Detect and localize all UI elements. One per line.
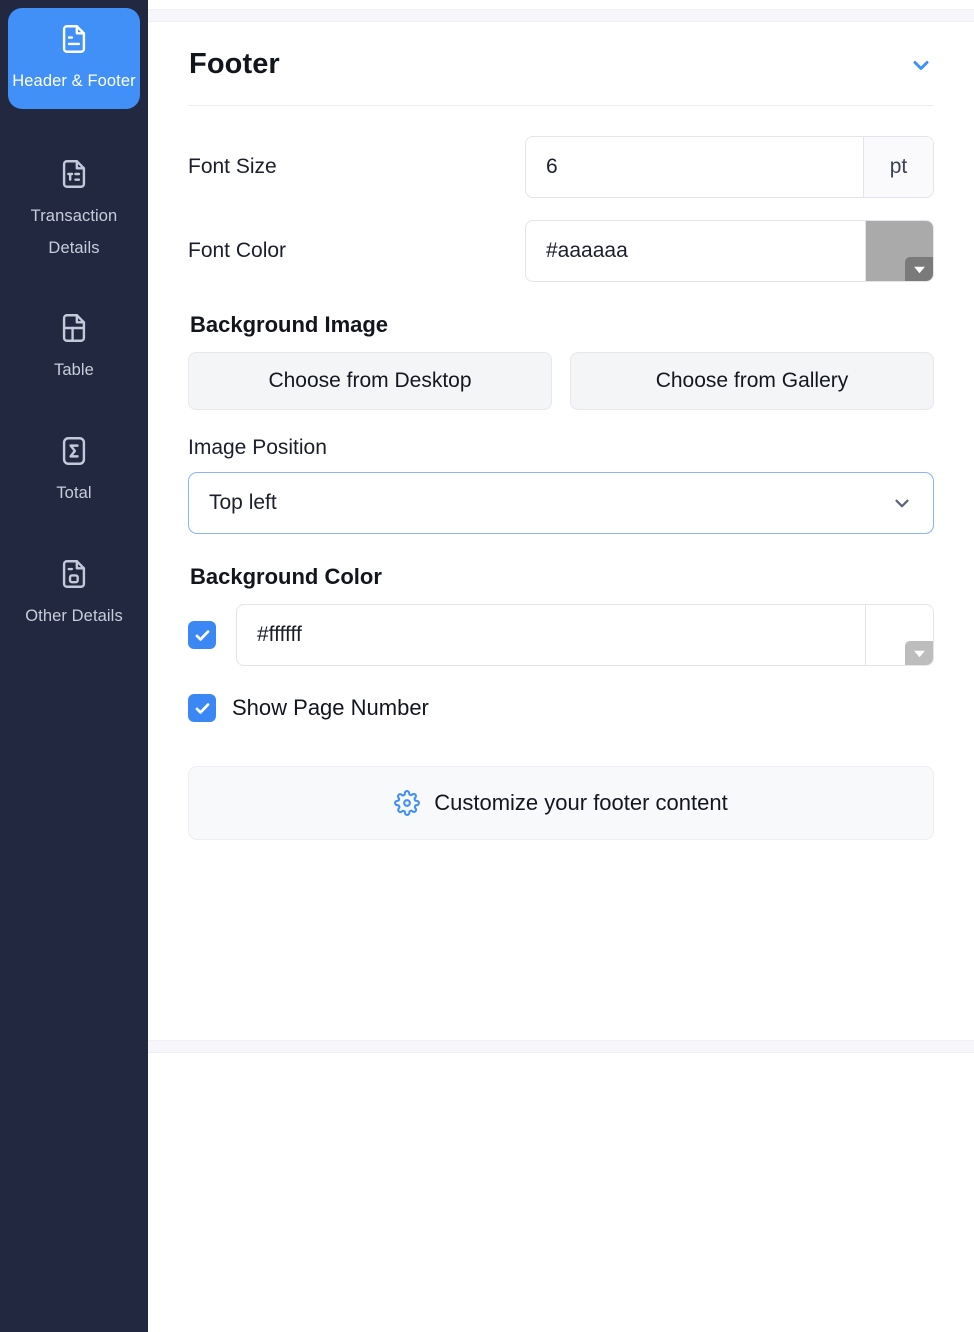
font-color-label: Font Color — [188, 239, 525, 263]
caret-down-icon[interactable] — [905, 641, 933, 665]
caret-down-icon[interactable] — [905, 257, 933, 281]
image-position-select[interactable]: Top left — [188, 472, 934, 534]
background-color-title: Background Color — [188, 564, 936, 590]
app-window: Header & Footer Transaction Details — [0, 0, 974, 1332]
sidebar-item-label: Transaction Details — [12, 200, 136, 264]
background-color-swatch[interactable] — [865, 605, 933, 665]
background-image-buttons: Choose from Desktop Choose from Gallery — [186, 352, 936, 410]
font-color-swatch[interactable] — [865, 221, 933, 281]
other-details-document-icon — [57, 557, 91, 591]
bottom-divider-band — [148, 1040, 974, 1053]
chevron-down-icon[interactable] — [909, 53, 933, 77]
header-divider — [188, 105, 934, 106]
sidebar-item-label: Table — [54, 354, 94, 386]
settings-panel: Footer Font Size pt Font Color — [148, 0, 974, 1332]
background-color-input[interactable] — [237, 605, 865, 665]
show-page-number-label: Show Page Number — [232, 695, 429, 721]
footer-settings-section: Footer Font Size pt Font Color — [148, 30, 974, 840]
show-page-number-row[interactable]: Show Page Number — [186, 694, 936, 722]
font-size-unit: pt — [863, 137, 933, 197]
font-size-row: Font Size pt — [186, 136, 936, 198]
font-size-input[interactable] — [526, 137, 863, 197]
choose-from-gallery-button[interactable]: Choose from Gallery — [570, 352, 934, 410]
font-color-row: Font Color — [186, 220, 936, 282]
sidebar-item-other-details[interactable]: Other Details — [8, 543, 140, 644]
font-size-label: Font Size — [188, 155, 525, 179]
font-color-input[interactable] — [526, 221, 865, 281]
sidebar-item-total[interactable]: Total — [8, 420, 140, 521]
top-divider-band — [148, 9, 974, 22]
background-image-title: Background Image — [188, 312, 936, 338]
background-color-checkbox[interactable] — [188, 621, 216, 649]
customize-footer-content-button[interactable]: Customize your footer content — [188, 766, 934, 840]
sidebar-item-label: Other Details — [25, 600, 123, 632]
background-color-row — [186, 604, 936, 666]
page-title: Footer — [189, 48, 280, 81]
image-position-label: Image Position — [188, 436, 936, 460]
show-page-number-checkbox[interactable] — [188, 694, 216, 722]
choose-from-desktop-button[interactable]: Choose from Desktop — [188, 352, 552, 410]
gear-icon — [394, 790, 420, 816]
sidebar-item-transaction-details[interactable]: Transaction Details — [8, 143, 140, 276]
sigma-document-icon — [57, 434, 91, 468]
document-icon — [57, 22, 91, 56]
font-size-field[interactable]: pt — [525, 136, 934, 198]
sidebar-item-label: Header & Footer — [12, 65, 135, 97]
table-document-icon — [57, 311, 91, 345]
font-color-field[interactable] — [525, 220, 934, 282]
sidebar-item-table[interactable]: Table — [8, 297, 140, 398]
sidebar: Header & Footer Transaction Details — [0, 0, 148, 1332]
image-position-value: Top left — [209, 491, 277, 515]
customize-footer-content-label: Customize your footer content — [434, 790, 727, 816]
transaction-document-icon — [57, 157, 91, 191]
background-color-field[interactable] — [236, 604, 934, 666]
chevron-down-icon[interactable] — [891, 492, 913, 514]
sidebar-item-label: Total — [56, 477, 91, 509]
sidebar-item-header-footer[interactable]: Header & Footer — [8, 8, 140, 109]
section-header: Footer — [186, 30, 936, 105]
